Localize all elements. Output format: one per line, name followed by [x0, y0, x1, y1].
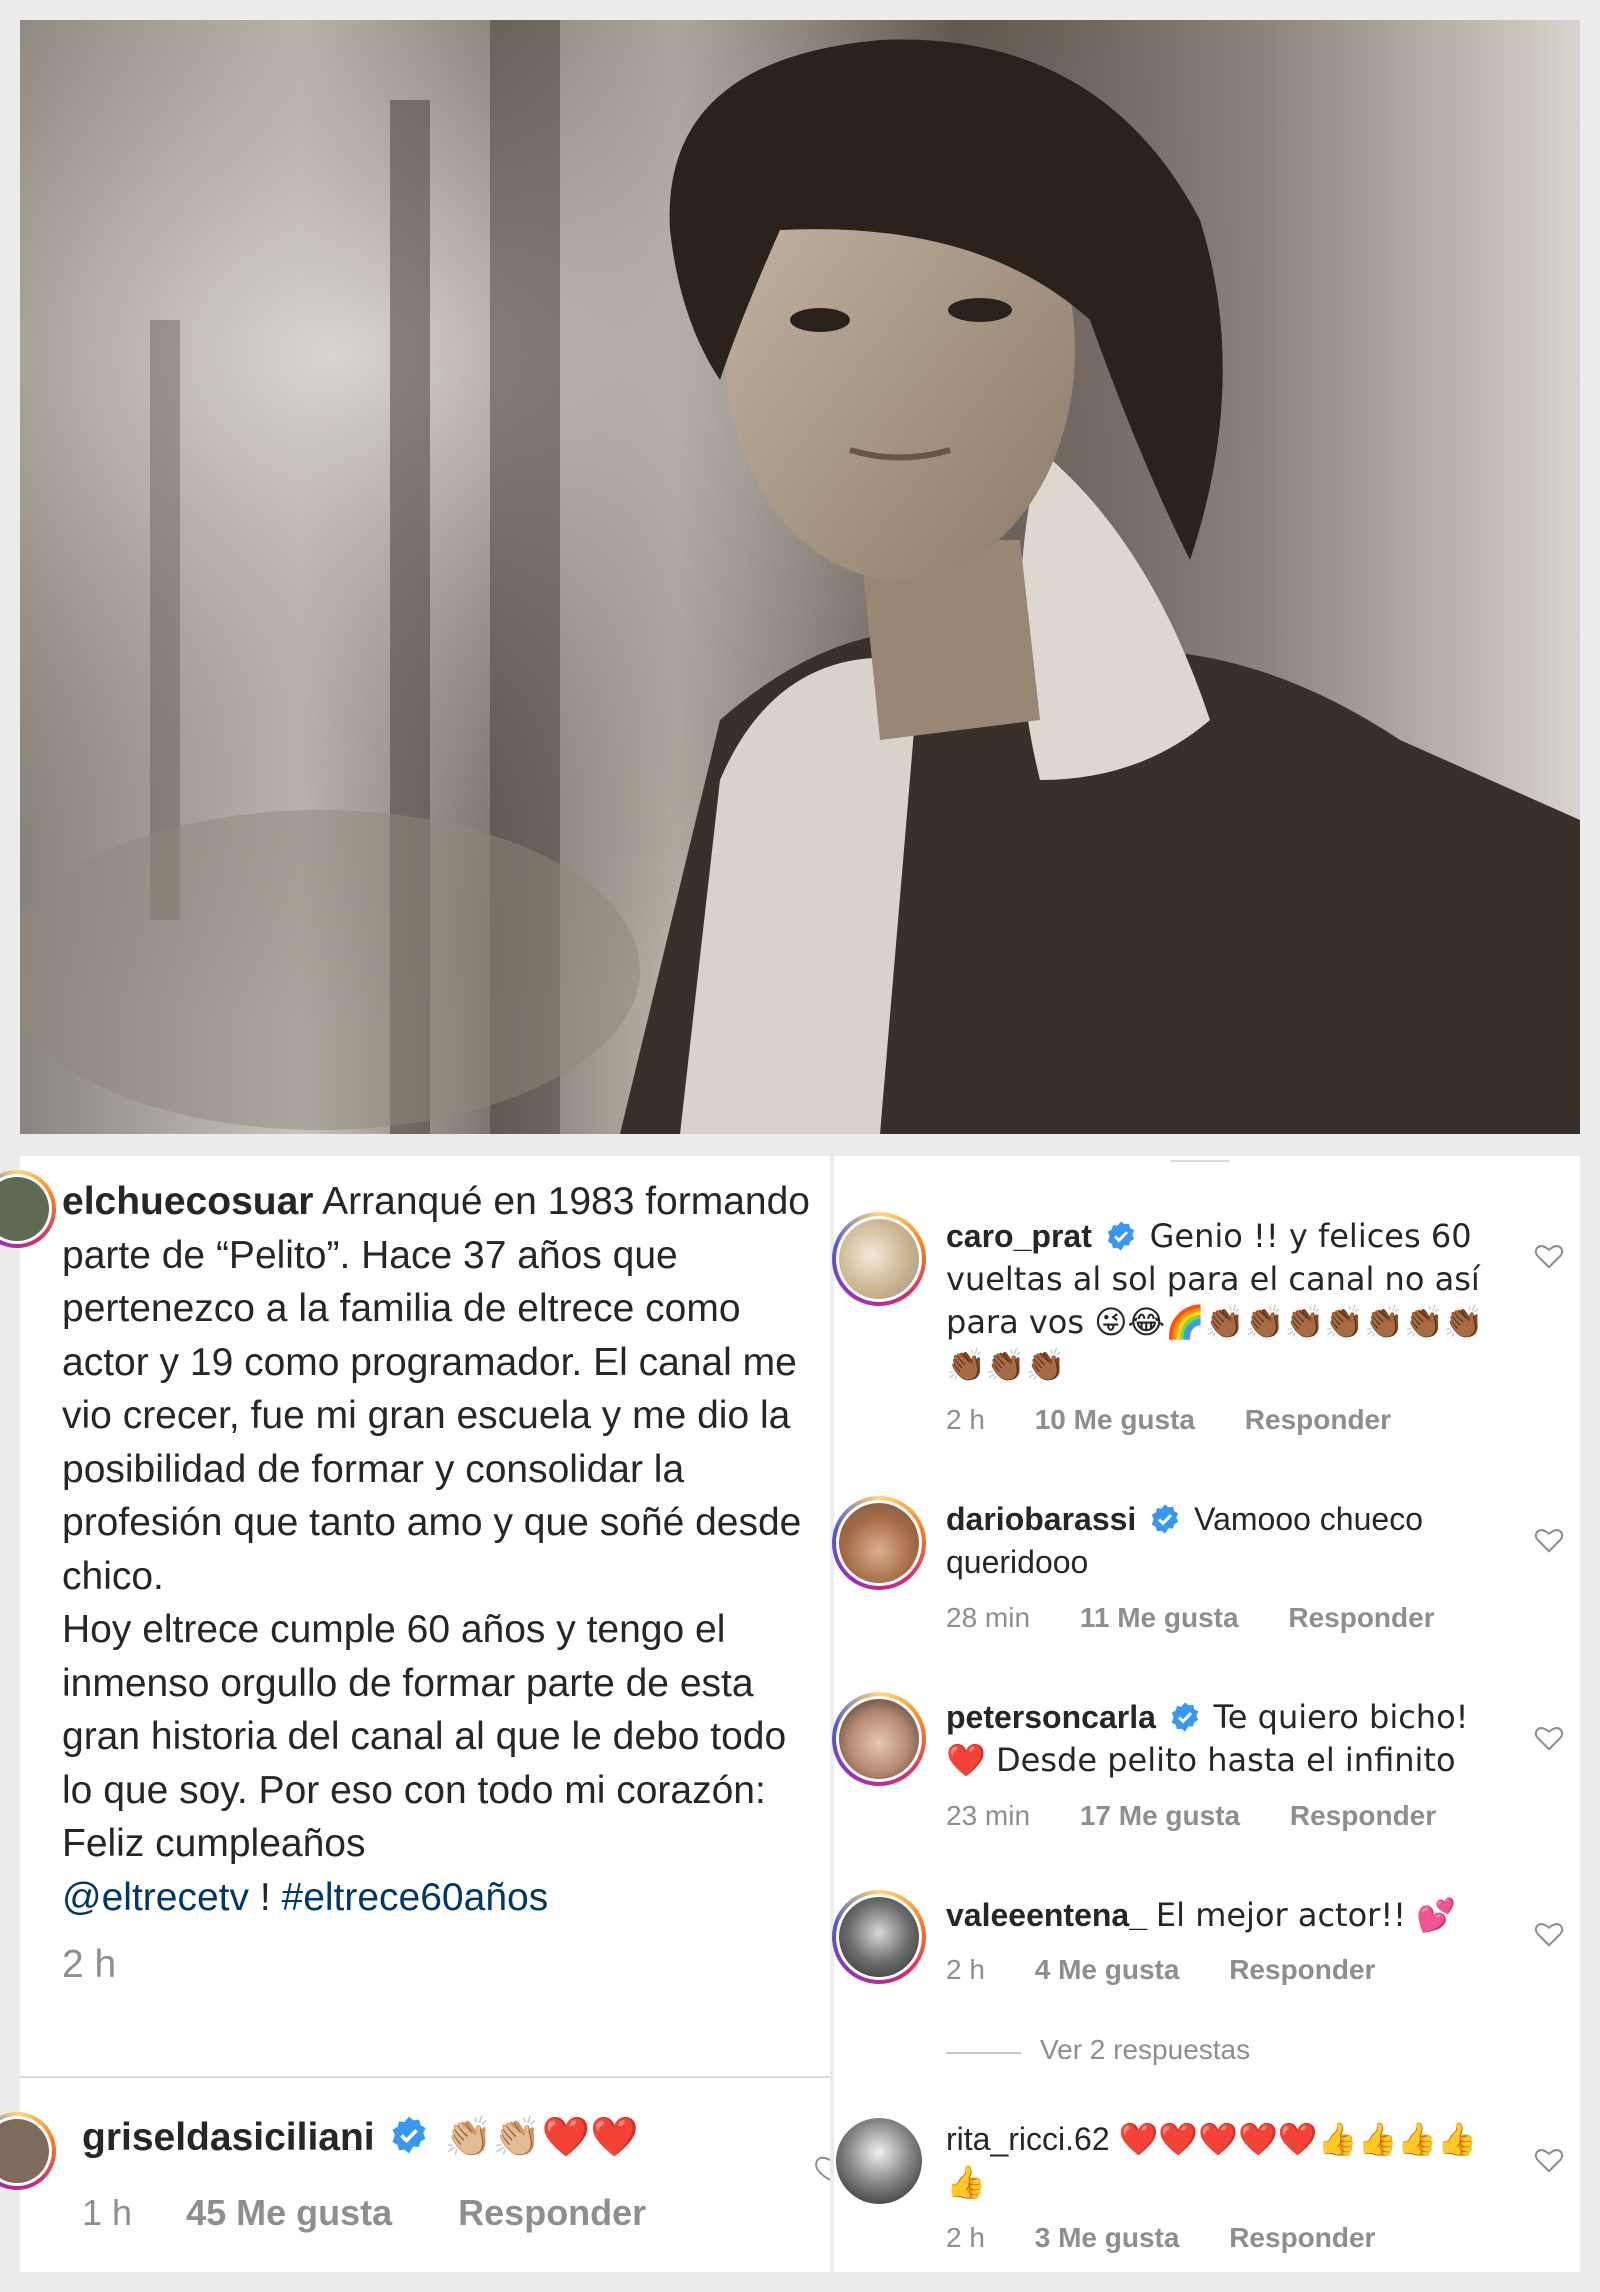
verified-badge-icon	[1152, 1504, 1179, 1534]
comment-time: 23 min	[946, 1800, 1031, 1831]
heart-outline-icon[interactable]	[1534, 1526, 1564, 1554]
comment-meta: 28 min 11 Me gusta Responder	[946, 1602, 1477, 1634]
comment-avatar[interactable]	[832, 1496, 926, 1590]
heart-outline-icon[interactable]	[812, 2154, 830, 2182]
comment: valeeentena_ El mejor actor!! 💕	[946, 1894, 1506, 1937]
comment-time: 2 h	[946, 1404, 985, 1435]
comment-username[interactable]: dariobarassi	[946, 1501, 1136, 1537]
comment-text: 👏🏼👏🏼❤️❤️	[444, 2115, 639, 2160]
comment-avatar[interactable]	[832, 1692, 926, 1786]
caption-separator: !	[248, 1875, 282, 1919]
hashtag-link[interactable]: #eltrece60años	[282, 1876, 549, 1919]
comment-avatar[interactable]	[832, 1212, 926, 1306]
left-comment-meta: 1 h 45 Me gusta Responder	[82, 2192, 646, 2234]
post-author-username[interactable]: elchuecosuar	[62, 1180, 313, 1223]
mention-link[interactable]: @eltrecetv	[62, 1876, 249, 1919]
comment-meta: 2 h 10 Me gusta Responder	[946, 1404, 1433, 1436]
comment-time: 28 min	[946, 1602, 1031, 1633]
comment: petersoncarla Te quiero bicho! ❤️ Desde …	[946, 1696, 1506, 1782]
caption-text-2: Hoy eltrece cumple 60 años y tengo el in…	[62, 1608, 787, 1865]
comment-time: 2 h	[946, 2222, 985, 2253]
comment-username[interactable]: griseldasiciliani	[82, 2116, 375, 2159]
left-comment: griseldasiciliani 👏🏼👏🏼❤️❤️	[82, 2114, 639, 2160]
post-photo	[20, 20, 1580, 1134]
reply-button[interactable]: Responder	[1229, 2222, 1375, 2253]
comment-avatar[interactable]	[832, 1890, 926, 1984]
comment-meta: 2 h 4 Me gusta Responder	[946, 1954, 1417, 1986]
comment: caro_prat Genio !! y felices 60 vueltas …	[946, 1215, 1506, 1387]
verified-badge-icon	[1171, 1702, 1198, 1732]
reply-button[interactable]: Responder	[1290, 1800, 1436, 1831]
verified-badge-icon	[1107, 1221, 1134, 1251]
caption-text-1: Arranqué en 1983 formando parte de “Peli…	[62, 1180, 810, 1598]
comment-username[interactable]: rita_ricci.62	[946, 2121, 1110, 2157]
comment-likes[interactable]: 17 Me gusta	[1080, 1800, 1240, 1831]
comment-username[interactable]: petersoncarla	[946, 1699, 1156, 1735]
post-time: 2 h	[62, 1943, 117, 1986]
reply-button[interactable]: Responder	[1288, 1602, 1434, 1633]
panel-handle	[1170, 1160, 1230, 1162]
comment-meta: 23 min 17 Me gusta Responder	[946, 1800, 1478, 1832]
heart-outline-icon[interactable]	[1534, 1242, 1564, 1270]
divider	[20, 2076, 830, 2078]
vintage-portrait-photo	[20, 20, 1580, 1134]
heart-outline-icon[interactable]	[1534, 1724, 1564, 1752]
comment-likes[interactable]: 10 Me gusta	[1035, 1404, 1195, 1435]
heart-outline-icon[interactable]	[1534, 2146, 1564, 2174]
comment-time: 2 h	[946, 1954, 985, 1985]
comment-likes[interactable]: 11 Me gusta	[1080, 1602, 1239, 1633]
comment-time: 1 h	[82, 2192, 133, 2233]
comment-likes[interactable]: 4 Me gusta	[1035, 1954, 1180, 1985]
reply-button[interactable]: Responder	[1245, 1404, 1391, 1435]
reply-button[interactable]: Responder	[458, 2192, 646, 2233]
comment-meta: 2 h 3 Me gusta Responder	[946, 2222, 1417, 2254]
comment: dariobarassi Vamooo chueco queridooo	[946, 1498, 1506, 1584]
verified-badge-icon	[392, 2116, 426, 2154]
heart-outline-icon[interactable]	[1534, 1920, 1564, 1948]
reply-button[interactable]: Responder	[1229, 1954, 1375, 1985]
comment: rita_ricci.62 ❤️❤️❤️❤️❤️👍👍👍👍👍	[946, 2118, 1506, 2204]
view-replies-button[interactable]: Ver 2 respuestas	[1040, 2034, 1250, 2066]
comment-likes[interactable]: 45 Me gusta	[186, 2192, 392, 2233]
comment-likes[interactable]: 3 Me gusta	[1035, 2222, 1180, 2253]
post-caption: elchuecosuar Arranqué en 1983 formando p…	[62, 1175, 822, 1992]
comment-text: El mejor actor!! 💕	[1155, 1896, 1456, 1934]
comment-username[interactable]: caro_prat	[946, 1218, 1092, 1254]
replies-divider	[946, 2052, 1021, 2054]
comment-avatar[interactable]	[836, 2118, 922, 2204]
comment-username[interactable]: valeeentena_	[946, 1897, 1147, 1933]
